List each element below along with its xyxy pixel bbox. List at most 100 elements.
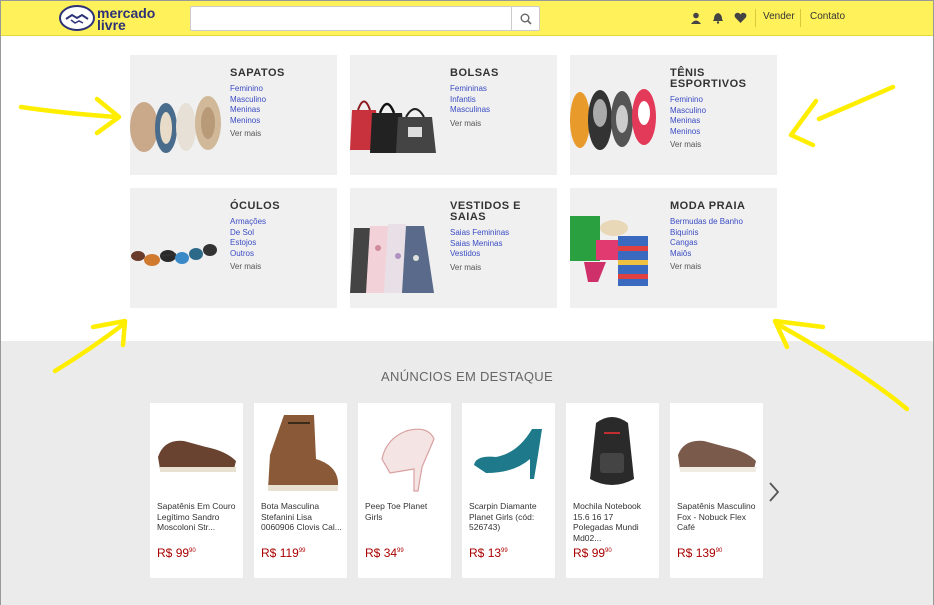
user-icon[interactable] (689, 11, 703, 25)
category-link-femininas[interactable]: Femininas (450, 84, 490, 95)
product-card[interactable]: Sapatênis Masculino Fox - Nobuck Flex Ca… (670, 403, 763, 578)
product-price: R$ 1399 (469, 546, 508, 560)
category-link-feminino[interactable]: Feminino (230, 84, 266, 95)
category-link-feminino[interactable]: Feminino (670, 95, 706, 106)
product-card[interactable]: Peep Toe Planet Girls R$ 3499 (358, 403, 451, 578)
category-card-oculos[interactable]: ÓCULOS Armações De Sol Estojos Outros Ve… (130, 188, 337, 308)
category-link-saias-femininas[interactable]: Saias Femininas (450, 228, 509, 239)
mercado-livre-logo[interactable]: mercado livre (59, 5, 169, 33)
product-price: R$ 13990 (677, 546, 722, 560)
category-card-vestidos-e-saias[interactable]: VESTIDOS E SAIAS Saias Femininas Saias M… (350, 188, 557, 308)
logo-wordmark: mercado livre (97, 6, 155, 32)
price-cents: 99 (397, 548, 404, 554)
category-title[interactable]: ÓCULOS (230, 201, 330, 212)
category-link-bermudas-de-banho[interactable]: Bermudas de Banho (670, 217, 743, 228)
product-price: R$ 9990 (157, 546, 196, 560)
category-links: Armações De Sol Estojos Outros Ver mais (230, 217, 266, 271)
price-value: 34 (383, 546, 398, 560)
see-more-link[interactable]: Ver mais (670, 262, 743, 271)
category-card-sapatos[interactable]: SAPATOS Feminino Masculino Meninas Menin… (130, 55, 337, 175)
search-icon (520, 13, 532, 25)
product-card[interactable]: Bota Masculina Stefanini Lisa 0060906 Cl… (254, 403, 347, 578)
product-name[interactable]: Sapatênis Masculino Fox - Nobuck Flex Ca… (677, 501, 759, 533)
category-link-cangas[interactable]: Cangas (670, 238, 743, 249)
product-image (678, 440, 756, 472)
price-cents: 90 (715, 548, 723, 554)
category-link-estojos[interactable]: Estojos (230, 238, 266, 249)
price-cents: 90 (605, 548, 612, 554)
product-card[interactable]: Sapatênis Em Couro Legítimo Sandro Mosco… (150, 403, 243, 578)
price-value: 119 (279, 546, 299, 560)
search-input[interactable] (191, 7, 511, 30)
price-value: 99 (591, 546, 606, 560)
category-links: Saias Femininas Saias Meninas Vestidos V… (450, 228, 509, 272)
category-link-outros[interactable]: Outros (230, 249, 266, 260)
annotation-arrow-left-top (18, 104, 119, 120)
heart-icon[interactable] (733, 11, 747, 25)
annotation-arrow-right-top (816, 84, 896, 122)
carousel-next-chevron-icon[interactable] (765, 479, 783, 505)
category-title[interactable]: MODA PRAIA (670, 201, 770, 212)
category-card-moda-praia[interactable]: MODA PRAIA Bermudas de Banho Biquínis Ca… (570, 188, 777, 308)
price-cents: 99 (298, 548, 306, 554)
product-price: R$ 11999 (261, 546, 306, 560)
category-title[interactable]: TÊNIS ESPORTIVOS (670, 68, 770, 90)
category-link-masculino[interactable]: Masculino (670, 106, 706, 117)
product-image (590, 417, 634, 485)
category-link-infantis[interactable]: Infantis (450, 95, 490, 106)
see-more-link[interactable]: Ver mais (230, 129, 266, 138)
price-value: 99 (175, 546, 190, 560)
category-links: Bermudas de Banho Biquínis Cangas Maiôs … (670, 217, 743, 271)
category-link-vestidos[interactable]: Vestidos (450, 249, 509, 260)
contact-link[interactable]: Contato (810, 11, 845, 22)
category-links: Femininas Infantis Masculinas Ver mais (450, 84, 490, 128)
see-more-link[interactable]: Ver mais (450, 119, 490, 128)
bags-image (350, 100, 436, 153)
category-link-saias-meninas[interactable]: Saias Meninas (450, 239, 509, 250)
see-more-link[interactable]: Ver mais (230, 262, 266, 271)
category-title[interactable]: SAPATOS (230, 68, 330, 79)
sneakers-image (570, 89, 656, 150)
category-link-masculinas[interactable]: Masculinas (450, 105, 490, 116)
featured-title: ANÚNCIOS EM DESTAQUE (381, 369, 553, 384)
category-link-meninas[interactable]: Meninas (230, 105, 266, 116)
category-link-meninos[interactable]: Meninos (670, 127, 706, 138)
category-link-meninas[interactable]: Meninas (670, 116, 706, 127)
product-name[interactable]: Mochila Notebook 15.6 16 17 Polegadas Mu… (573, 501, 655, 543)
category-links: Feminino Masculino Meninas Meninos Ver m… (670, 95, 706, 149)
search-box (190, 6, 540, 31)
header-divider (755, 9, 756, 27)
product-name[interactable]: Sapatênis Em Couro Legítimo Sandro Mosco… (157, 501, 239, 533)
see-more-link[interactable]: Ver mais (450, 263, 509, 272)
price-currency: R$ (365, 546, 381, 560)
product-card[interactable]: Mochila Notebook 15.6 16 17 Polegadas Mu… (566, 403, 659, 578)
price-currency: R$ (261, 546, 277, 560)
category-link-maios[interactable]: Maiôs (670, 249, 743, 260)
price-value: 13 (487, 546, 502, 560)
product-price: R$ 9990 (573, 546, 612, 560)
category-link-biquinis[interactable]: Biquínis (670, 228, 743, 239)
category-link-de-sol[interactable]: De Sol (230, 228, 266, 239)
product-name[interactable]: Scarpin Diamante Planet Girls (cód: 5267… (469, 501, 551, 533)
bell-icon[interactable] (711, 11, 725, 25)
featured-section: ANÚNCIOS EM DESTAQUE Sapatênis Em Couro … (1, 341, 933, 605)
category-card-bolsas[interactable]: BOLSAS Femininas Infantis Masculinas Ver… (350, 55, 557, 175)
category-links: Feminino Masculino Meninas Meninos Ver m… (230, 84, 266, 138)
category-title[interactable]: BOLSAS (450, 68, 550, 79)
dresses-image (350, 224, 434, 293)
product-name[interactable]: Bota Masculina Stefanini Lisa 0060906 Cl… (261, 501, 343, 533)
search-button[interactable] (511, 7, 539, 30)
category-link-meninos[interactable]: Meninos (230, 116, 266, 127)
price-currency: R$ (677, 546, 693, 560)
price-currency: R$ (573, 546, 589, 560)
price-cents: 99 (501, 548, 508, 554)
product-name[interactable]: Peep Toe Planet Girls (365, 501, 447, 522)
see-more-link[interactable]: Ver mais (670, 140, 706, 149)
category-title[interactable]: VESTIDOS E SAIAS (450, 201, 550, 223)
sell-link[interactable]: Vender (763, 11, 795, 22)
price-currency: R$ (469, 546, 485, 560)
category-link-masculino[interactable]: Masculino (230, 95, 266, 106)
product-card[interactable]: Scarpin Diamante Planet Girls (cód: 5267… (462, 403, 555, 578)
category-link-armacoes[interactable]: Armações (230, 217, 266, 228)
category-card-tenis-esportivos[interactable]: TÊNIS ESPORTIVOS Feminino Masculino Meni… (570, 55, 777, 175)
